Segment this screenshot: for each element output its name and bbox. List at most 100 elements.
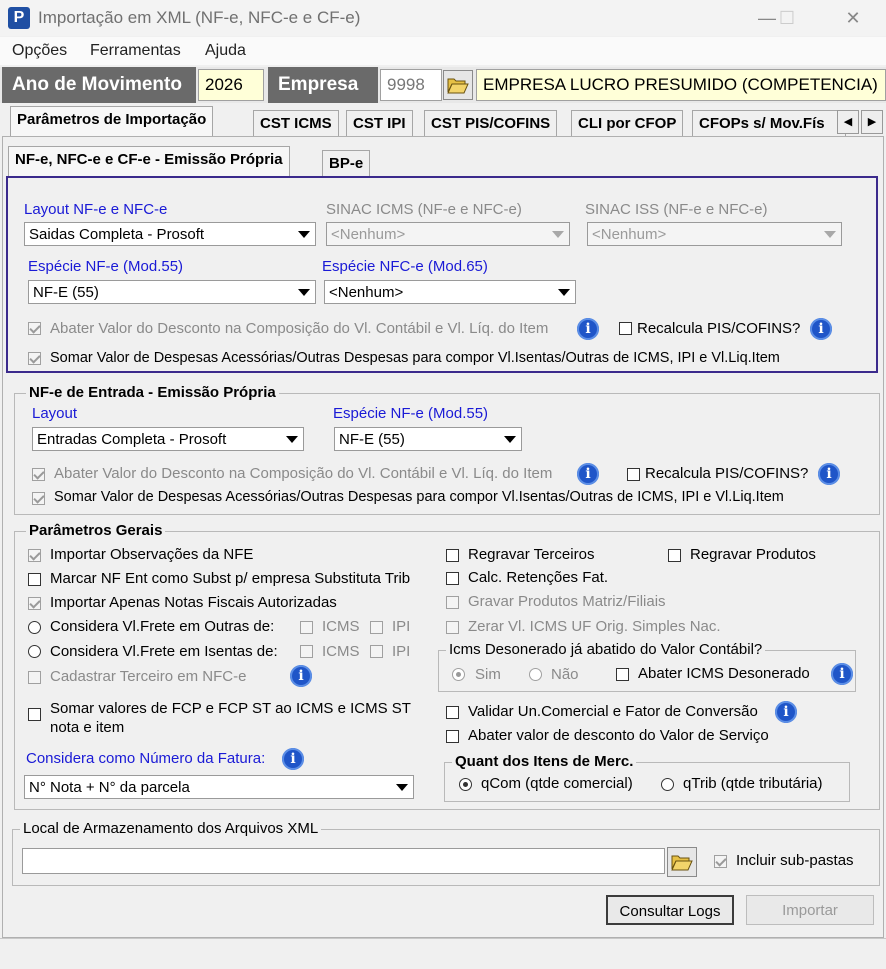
- subtab-bpe[interactable]: BP-e: [322, 150, 371, 177]
- numero-fatura-label: Considera como Número da Fatura:: [26, 750, 266, 767]
- regravar-produtos-checkbox[interactable]: [668, 549, 681, 562]
- cadastrar-terceiro-label: Cadastrar Terceiro em NFC-e: [50, 668, 247, 685]
- somar-fcp-label-1: Somar valores de FCP e FCP ST ao ICMS e …: [50, 700, 411, 717]
- company-search-button[interactable]: [443, 70, 473, 100]
- tab-cfops-sem-mov-fisica[interactable]: CFOPs s/ Mov.Fís: [692, 110, 846, 137]
- marcar-nf-checkbox[interactable]: [28, 573, 41, 586]
- incluir-subpastas-label: Incluir sub-pastas: [736, 852, 854, 869]
- quant-itens-title: Quant dos Itens de Merc.: [452, 753, 637, 770]
- info-icon[interactable]: i: [577, 463, 599, 485]
- status-bar: [0, 938, 886, 969]
- info-icon[interactable]: i: [282, 748, 304, 770]
- chevron-down-icon: [283, 430, 301, 448]
- subtab-nfe-emissao-propria[interactable]: NF-e, NFC-e e CF-e - Emissão Própria: [8, 146, 290, 177]
- frete-isentas-radio[interactable]: [28, 645, 41, 658]
- consultar-logs-button[interactable]: Consultar Logs: [606, 895, 734, 925]
- entrada-layout-combo[interactable]: Entradas Completa - Prosoft: [32, 427, 304, 451]
- frete-outras-icms-label: ICMS: [322, 618, 360, 635]
- validar-un-checkbox[interactable]: [446, 706, 459, 719]
- chevron-down-icon: [821, 225, 839, 243]
- regravar-terceiros-label: Regravar Terceiros: [468, 546, 595, 563]
- entrada-recalcula-label: Recalcula PIS/COFINS?: [645, 465, 809, 482]
- frete-isentas-ipi-label: IPI: [392, 643, 411, 660]
- browse-folder-button[interactable]: [667, 847, 697, 877]
- frete-isentas-icms-checkbox[interactable]: [300, 645, 313, 658]
- tab-cst-icms[interactable]: CST ICMS: [253, 110, 339, 137]
- entrada-abater-desconto-label: Abater Valor do Desconto na Composição d…: [54, 465, 553, 482]
- zerar-icms-label: Zerar Vl. ICMS UF Orig. Simples Nac.: [468, 618, 721, 635]
- info-icon[interactable]: i: [577, 318, 599, 340]
- especie-nfce-combo[interactable]: <Nenhum>: [324, 280, 576, 304]
- year-field[interactable]: 2026: [198, 69, 264, 101]
- entrada-somar-despesas-label: Somar Valor de Despesas Acessórias/Outra…: [54, 489, 784, 505]
- desonerado-nao-label: Não: [551, 666, 579, 683]
- tab-cst-pis-cofins[interactable]: CST PIS/COFINS: [424, 110, 558, 137]
- somar-fcp-checkbox[interactable]: [28, 708, 41, 721]
- sinac-icms-combo[interactable]: <Nenhum>: [326, 222, 570, 246]
- incluir-subpastas-checkbox[interactable]: [714, 855, 727, 868]
- saidas-somar-despesas-checkbox[interactable]: [28, 352, 41, 365]
- tab-cli-por-cfop[interactable]: CLI por CFOP: [571, 110, 684, 137]
- importar-button[interactable]: Importar: [746, 895, 874, 925]
- zerar-icms-checkbox[interactable]: [446, 621, 459, 634]
- entrada-layout-value: Entradas Completa - Prosoft: [37, 431, 227, 448]
- especie-nfce-label: Espécie NFC-e (Mod.65): [322, 258, 488, 275]
- frete-outras-radio[interactable]: [28, 621, 41, 634]
- info-icon[interactable]: i: [290, 665, 312, 687]
- saidas-somar-despesas-label: Somar Valor de Despesas Acessórias/Outra…: [50, 350, 780, 366]
- maximize-button[interactable]: ☐: [764, 4, 810, 32]
- entrada-recalcula-checkbox[interactable]: [627, 468, 640, 481]
- abater-desconto-servico-label: Abater valor de desconto do Valor de Ser…: [468, 727, 769, 744]
- abater-desconto-servico-checkbox[interactable]: [446, 730, 459, 743]
- entrada-somar-despesas-checkbox[interactable]: [32, 492, 45, 505]
- info-icon[interactable]: i: [818, 463, 840, 485]
- cadastrar-terceiro-checkbox[interactable]: [28, 671, 41, 684]
- saidas-abater-desconto-checkbox[interactable]: [28, 322, 41, 335]
- sinac-icms-value: <Nenhum>: [331, 226, 406, 243]
- desonerado-sim-radio[interactable]: [452, 668, 465, 681]
- numero-fatura-combo[interactable]: N° Nota + N° da parcela: [24, 775, 414, 799]
- especie-nfe-combo[interactable]: NF-E (55): [28, 280, 316, 304]
- importar-autorizadas-label: Importar Apenas Notas Fiscais Autorizada…: [50, 594, 337, 611]
- info-icon[interactable]: i: [810, 318, 832, 340]
- company-code-field[interactable]: 9998: [380, 69, 442, 101]
- tab-cst-ipi[interactable]: CST IPI: [346, 110, 413, 137]
- desonerado-nao-radio[interactable]: [529, 668, 542, 681]
- importar-obs-checkbox[interactable]: [28, 549, 41, 562]
- qtrib-label: qTrib (qtde tributária): [683, 775, 823, 792]
- gravar-produtos-checkbox[interactable]: [446, 596, 459, 609]
- qcom-radio[interactable]: [459, 778, 472, 791]
- chevron-down-icon: [393, 778, 411, 796]
- info-icon[interactable]: i: [775, 701, 797, 723]
- frete-outras-ipi-checkbox[interactable]: [370, 621, 383, 634]
- saidas-recalcula-checkbox[interactable]: [619, 322, 632, 335]
- frete-outras-icms-checkbox[interactable]: [300, 621, 313, 634]
- frete-outras-label: Considera Vl.Frete em Outras de:: [50, 618, 275, 635]
- tab-parametros-importacao[interactable]: Parâmetros de Importação: [10, 106, 214, 137]
- marcar-nf-label: Marcar NF Ent como Subst p/ empresa Subs…: [50, 570, 411, 587]
- sinac-iss-label: SINAC ISS (NF-e e NFC-e): [585, 201, 768, 218]
- info-icon[interactable]: i: [831, 663, 853, 685]
- menu-ajuda[interactable]: Ajuda: [205, 42, 246, 60]
- entrada-especie-combo[interactable]: NF-E (55): [334, 427, 522, 451]
- tab-scroll-right-button[interactable]: ▶: [861, 110, 883, 134]
- abater-icms-desonerado-label: Abater ICMS Desonerado: [638, 665, 810, 682]
- local-path-input[interactable]: [22, 848, 665, 874]
- sinac-iss-combo[interactable]: <Nenhum>: [587, 222, 842, 246]
- menu-ferramentas[interactable]: Ferramentas: [90, 42, 181, 60]
- calc-retencoes-checkbox[interactable]: [446, 572, 459, 585]
- layout-nfe-combo[interactable]: Saidas Completa - Prosoft: [24, 222, 316, 246]
- tab-scroll-left-button[interactable]: ◀: [837, 110, 859, 134]
- gerais-group-title: Parâmetros Gerais: [26, 522, 166, 539]
- folder-open-icon: [671, 855, 693, 871]
- numero-fatura-value: N° Nota + N° da parcela: [29, 779, 190, 796]
- entrada-abater-desconto-checkbox[interactable]: [32, 468, 45, 481]
- frete-isentas-ipi-checkbox[interactable]: [370, 645, 383, 658]
- qtrib-radio[interactable]: [661, 778, 674, 791]
- menu-opcoes[interactable]: Opções: [12, 42, 67, 60]
- regravar-terceiros-checkbox[interactable]: [446, 549, 459, 562]
- importar-autorizadas-checkbox[interactable]: [28, 597, 41, 610]
- close-button[interactable]: ✕: [830, 4, 876, 32]
- frete-isentas-icms-label: ICMS: [322, 643, 360, 660]
- abater-icms-desonerado-checkbox[interactable]: [616, 668, 629, 681]
